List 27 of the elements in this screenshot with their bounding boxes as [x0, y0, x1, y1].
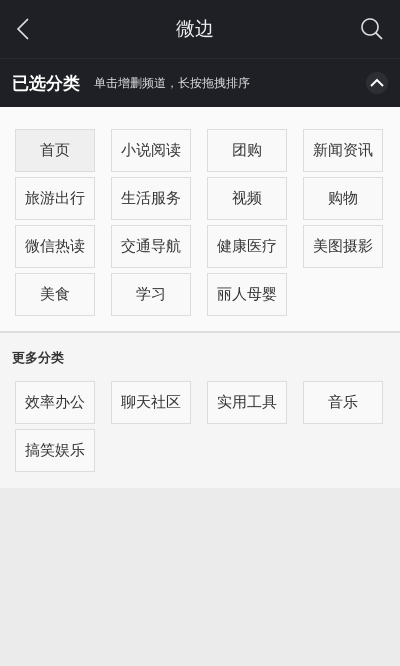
channel-tile[interactable]: 首页	[15, 129, 95, 172]
channel-tile[interactable]: 新闻资讯	[303, 129, 383, 172]
channel-tile[interactable]: 健康医疗	[207, 225, 287, 268]
channel-tile[interactable]: 团购	[207, 129, 287, 172]
channel-tile[interactable]: 生活服务	[111, 177, 191, 220]
channel-tile[interactable]: 购物	[303, 177, 383, 220]
channel-tile[interactable]: 微信热读	[15, 225, 95, 268]
search-icon[interactable]	[360, 17, 384, 41]
channel-tile[interactable]: 音乐	[303, 381, 383, 424]
channel-tile[interactable]: 实用工具	[207, 381, 287, 424]
hint-text: 单击增删频道，长按拖拽排序	[94, 74, 251, 92]
channel-tile[interactable]: 学习	[111, 273, 191, 316]
channel-tile[interactable]: 丽人母婴	[207, 273, 287, 316]
channel-tile[interactable]: 交通导航	[111, 225, 191, 268]
channel-tile[interactable]: 聊天社区	[111, 381, 191, 424]
window-title: 微边	[176, 17, 214, 42]
channel-tile[interactable]: 小说阅读	[111, 129, 191, 172]
channel-tile[interactable]: 美食	[15, 273, 95, 316]
section-title: 更多分类	[12, 350, 65, 367]
channel-tile[interactable]: 旅游出行	[15, 177, 95, 220]
channel-tile[interactable]: 搞笑娱乐	[15, 429, 95, 472]
back-icon[interactable]	[16, 17, 30, 41]
channel-tile[interactable]: 效率办公	[15, 381, 95, 424]
channel-tile[interactable]: 视频	[207, 177, 287, 220]
chevron-icon[interactable]	[366, 72, 388, 94]
channel-tile[interactable]: 美图摄影	[303, 225, 383, 268]
section-title: 已选分类	[12, 72, 80, 94]
